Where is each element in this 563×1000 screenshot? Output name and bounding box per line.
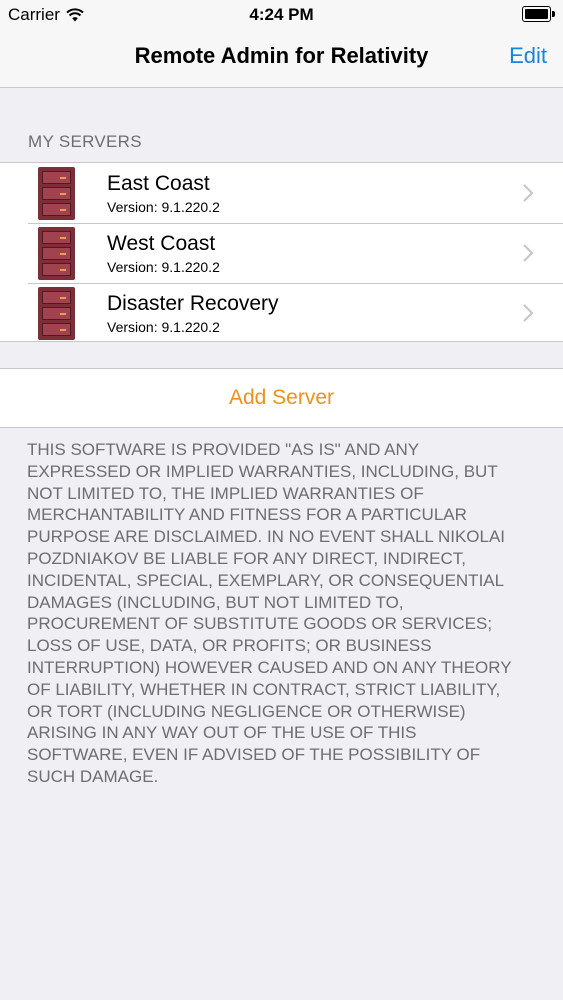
- server-row-disaster-recovery[interactable]: Disaster Recovery Version: 9.1.220.2: [0, 283, 563, 343]
- status-time: 4:24 PM: [249, 5, 314, 24]
- chevron-right-icon: [523, 184, 534, 202]
- server-icon: [38, 227, 75, 280]
- chevron-right-icon: [523, 244, 534, 262]
- navigation-bar: Remote Admin for Relativity Edit: [0, 28, 563, 88]
- server-name: Disaster Recovery: [107, 292, 279, 315]
- edit-button[interactable]: Edit: [509, 43, 547, 69]
- battery-icon: [522, 6, 555, 22]
- add-server-button[interactable]: Add Server: [0, 368, 563, 428]
- page-title: Remote Admin for Relativity: [134, 43, 429, 68]
- server-row-west-coast[interactable]: West Coast Version: 9.1.220.2: [0, 223, 563, 283]
- server-name: East Coast: [107, 172, 210, 195]
- license-text: THIS SOFTWARE IS PROVIDED "AS IS" AND AN…: [27, 440, 512, 786]
- server-list: East Coast Version: 9.1.220.2 West Coast…: [0, 162, 563, 342]
- server-icon: [38, 167, 75, 220]
- server-icon: [38, 287, 75, 340]
- status-bar: Carrier 4:24 PM: [0, 0, 563, 28]
- server-row-east-coast[interactable]: East Coast Version: 9.1.220.2: [0, 163, 563, 223]
- section-header-my-servers: MY SERVERS: [28, 132, 142, 151]
- server-version: Version: 9.1.220.2: [107, 259, 220, 275]
- server-name: West Coast: [107, 232, 216, 255]
- server-version: Version: 9.1.220.2: [107, 199, 220, 215]
- chevron-right-icon: [523, 304, 534, 322]
- server-version: Version: 9.1.220.2: [107, 319, 220, 335]
